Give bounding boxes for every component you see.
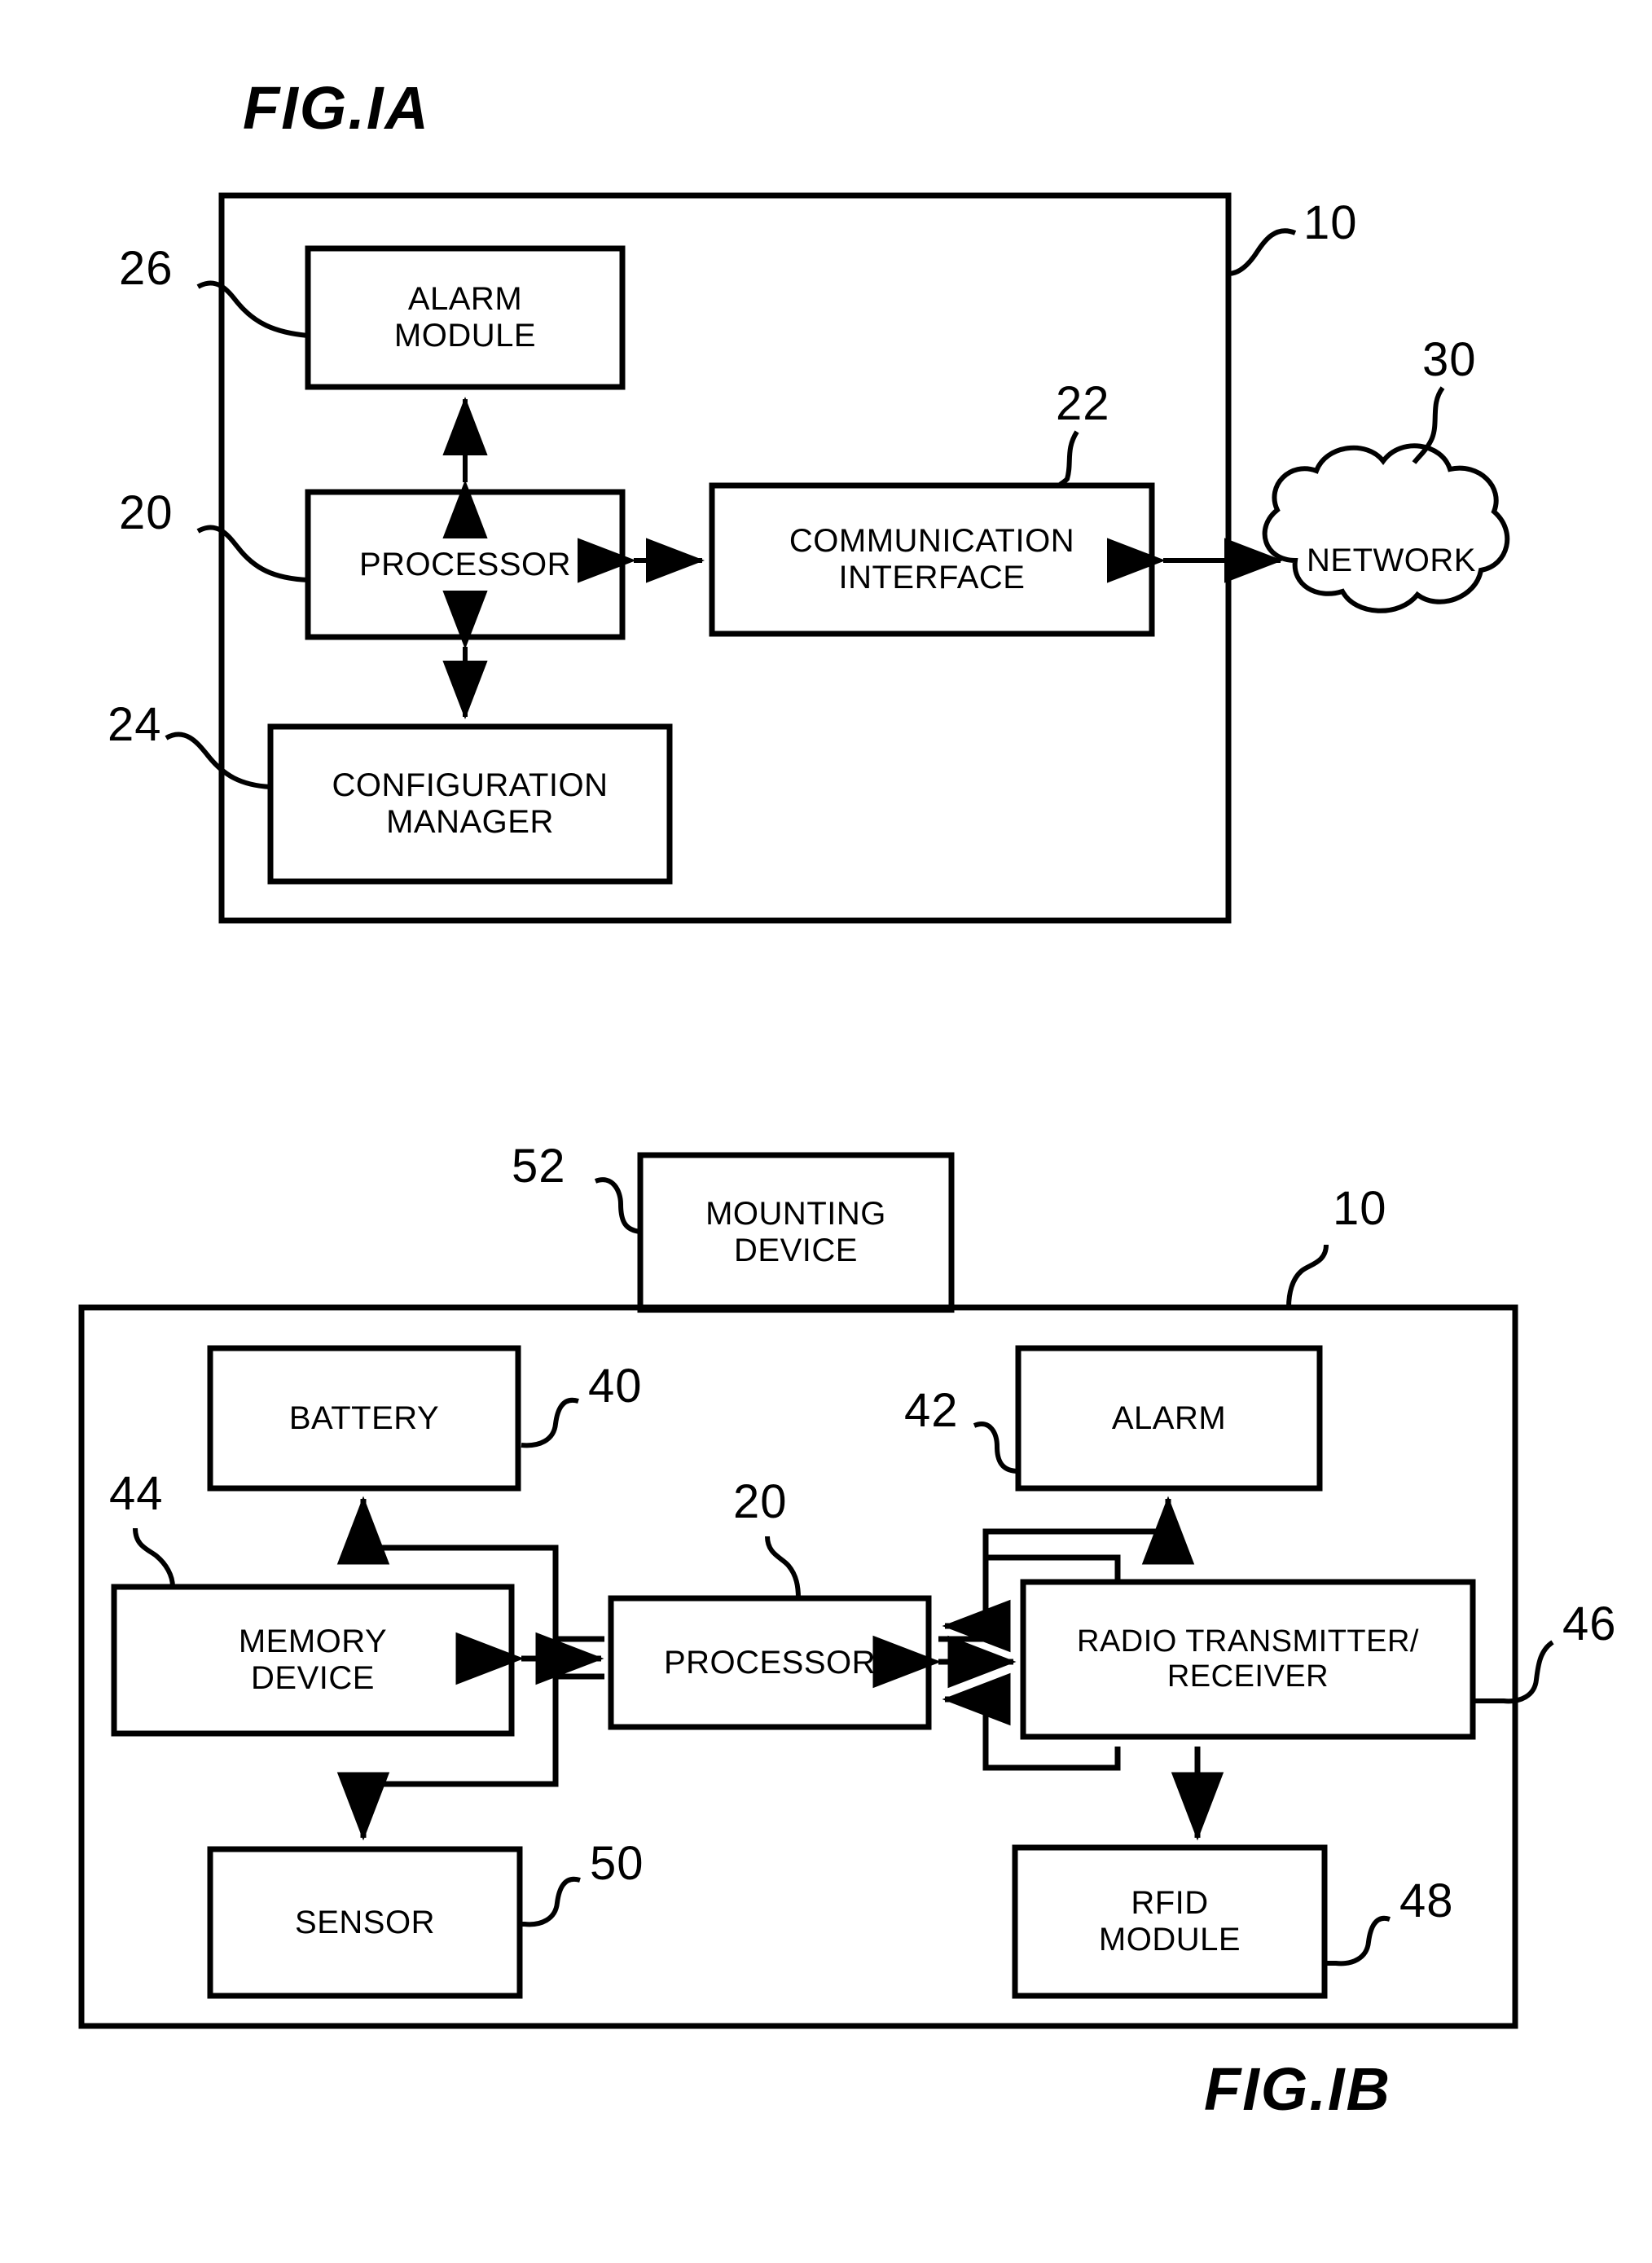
- fig1b-leader-50: [520, 1876, 581, 1927]
- fig1b-leader-40: [521, 1397, 579, 1448]
- fig1b-arrow-processor-alarm: [938, 1496, 1195, 1642]
- fig1b-title: FIG.IB: [1204, 2055, 1391, 2123]
- fig1a-ref-22: 22: [1056, 377, 1110, 430]
- fig1a-enclosure: [218, 192, 1232, 924]
- fig1b-ref-20: 20: [733, 1475, 788, 1528]
- fig1b-radio-box: [1020, 1579, 1476, 1740]
- fig1a-ref-20: 20: [119, 486, 174, 539]
- fig1b-ref-52: 52: [512, 1140, 566, 1193]
- fig1b-ref-46: 46: [1562, 1597, 1617, 1650]
- fig1b-memory-device-box: [111, 1584, 515, 1737]
- fig1b-ref-44: 44: [109, 1467, 164, 1520]
- fig1a-ref-30: 30: [1422, 333, 1477, 386]
- fig1b-leader-20: [765, 1536, 801, 1599]
- fig1a-alarm-module-box: [305, 245, 626, 390]
- fig1b-processor-box: [608, 1595, 932, 1730]
- fig1a-title: FIG.IA: [243, 74, 430, 142]
- fig1b-battery-box: [207, 1345, 521, 1492]
- fig1b-ref-48: 48: [1399, 1874, 1454, 1927]
- fig1b-ref-10: 10: [1333, 1182, 1387, 1235]
- fig1a-leader-20: [196, 525, 309, 582]
- fig1a-leader-22: [1057, 430, 1079, 488]
- fig1b-ref-50: 50: [590, 1837, 644, 1890]
- fig1a-config-manager-box: [267, 723, 673, 885]
- fig1a-ref-26: 26: [119, 242, 174, 295]
- fig1b-mounting-device-box: [637, 1152, 955, 1313]
- fig1b-ref-42: 42: [904, 1384, 959, 1437]
- fig1b-sensor-box: [207, 1846, 523, 1999]
- fig1b-leader-48: [1325, 1915, 1391, 1966]
- patent-drawing-sheet: FIG.IA ALARM MODULE PROCESSOR COMMUNICAT…: [0, 0, 1652, 2263]
- fig1b-arrow-radio-processor-bottom: [942, 1672, 1121, 1771]
- fig1a-ref-24: 24: [108, 698, 162, 751]
- fig1b-leader-42: [973, 1422, 1019, 1474]
- fig1a-network-cloud: [1262, 443, 1510, 613]
- fig1b-leader-44: [133, 1527, 175, 1588]
- fig1a-leader-24: [165, 732, 271, 789]
- fig1a-comm-interface-box: [709, 482, 1155, 637]
- fig1b-alarm-box: [1015, 1345, 1323, 1492]
- fig1b-ref-40: 40: [588, 1360, 643, 1413]
- fig1a-leader-26: [196, 280, 309, 338]
- fig1b-rfid-box: [1012, 1844, 1328, 1999]
- fig1a-leader-10: [1228, 228, 1297, 276]
- fig1b-enclosure: [78, 1304, 1518, 2029]
- fig1b-leader-10: [1286, 1244, 1329, 1308]
- fig1b-arrow-processor-sensor: [336, 1636, 604, 1841]
- fig1b-arrow-radio-processor-top: [942, 1554, 1121, 1653]
- fig1a-processor-box: [305, 489, 626, 640]
- fig1a-ref-10: 10: [1303, 196, 1358, 249]
- fig1b-leader-52: [594, 1177, 641, 1234]
